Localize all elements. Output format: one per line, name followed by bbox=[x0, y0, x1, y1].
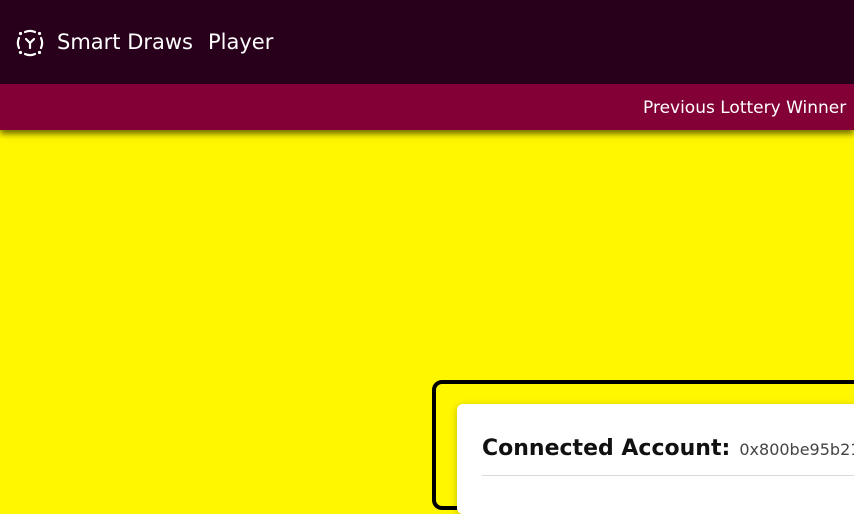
card-divider bbox=[482, 475, 854, 476]
top-navbar: Smart Draws Player bbox=[0, 0, 854, 84]
connected-account-address: 0x800be95b21 bbox=[739, 440, 854, 459]
nav-link-player[interactable]: Player bbox=[208, 29, 273, 55]
brand-name[interactable]: Smart Draws bbox=[57, 29, 193, 55]
secondary-navbar: Previous Lottery Winner bbox=[0, 84, 854, 130]
connected-account-label: Connected Account: bbox=[482, 436, 731, 461]
account-card: Connected Account: 0x800be95b21 bbox=[457, 404, 854, 514]
previous-lottery-winner-link[interactable]: Previous Lottery Winner bbox=[643, 97, 846, 119]
connected-account-row: Connected Account: 0x800be95b21 bbox=[482, 436, 854, 461]
lottery-wheel-icon[interactable] bbox=[14, 27, 46, 59]
